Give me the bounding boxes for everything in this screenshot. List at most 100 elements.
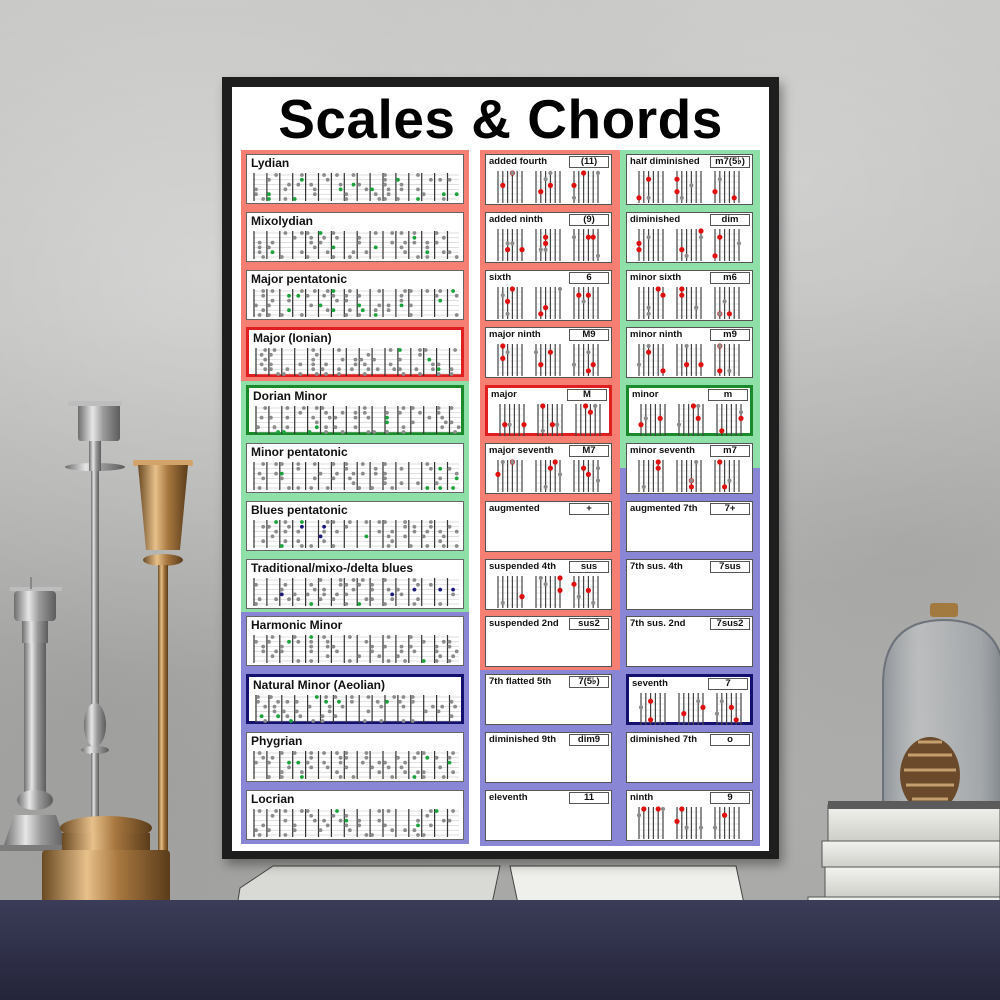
note-dot bbox=[337, 367, 341, 372]
note-dot bbox=[335, 770, 339, 775]
root-note-dot bbox=[547, 182, 553, 188]
note-dot bbox=[449, 367, 454, 372]
note-dot bbox=[311, 415, 316, 420]
note-dot bbox=[267, 312, 271, 317]
note-dot bbox=[576, 594, 581, 599]
note-dot bbox=[340, 411, 345, 415]
note-dot bbox=[396, 587, 400, 592]
note-dot bbox=[338, 577, 343, 582]
note-dot bbox=[331, 230, 336, 235]
note-dot bbox=[300, 312, 304, 317]
root-note-dot bbox=[731, 195, 737, 201]
note-dot bbox=[348, 288, 352, 293]
root-note-dot bbox=[373, 245, 378, 250]
root-note-dot bbox=[679, 806, 685, 812]
chord-shape-diagram bbox=[638, 459, 664, 492]
chord-name: augmented 7th bbox=[630, 502, 698, 514]
note-dot bbox=[451, 770, 455, 775]
note-dot bbox=[309, 582, 314, 587]
note-dot bbox=[351, 577, 356, 582]
chord-name: minor ninth bbox=[630, 329, 683, 341]
note-dot bbox=[403, 659, 407, 664]
note-dot bbox=[331, 813, 336, 818]
note-dot bbox=[386, 659, 391, 664]
note-dot bbox=[285, 367, 290, 372]
note-dot bbox=[318, 577, 323, 582]
note-dot bbox=[453, 430, 457, 435]
root-note-dot bbox=[267, 197, 271, 201]
root-note-dot bbox=[309, 601, 314, 606]
note-dot bbox=[340, 704, 345, 709]
chord-shape-diagram bbox=[573, 286, 599, 319]
root-note-dot bbox=[648, 698, 654, 704]
note-dot bbox=[335, 751, 339, 755]
note-dot bbox=[322, 173, 326, 177]
note-dot bbox=[322, 751, 326, 755]
note-dot bbox=[714, 711, 720, 716]
note-dot bbox=[510, 459, 515, 465]
root-note-dot bbox=[738, 415, 744, 422]
note-dot bbox=[300, 808, 304, 813]
chord-name: 7th flatted 5th bbox=[489, 676, 552, 688]
note-dot bbox=[646, 311, 651, 316]
note-dot bbox=[447, 659, 452, 664]
root-note-dot bbox=[300, 775, 304, 779]
root-note-dot bbox=[296, 760, 301, 765]
root-note-dot bbox=[648, 717, 654, 723]
note-dot bbox=[412, 755, 417, 760]
root-note-dot bbox=[314, 695, 319, 700]
note-dot bbox=[390, 230, 395, 235]
chord-name: 7th sus. 4th bbox=[630, 560, 683, 572]
note-dot bbox=[325, 654, 330, 659]
note-dot bbox=[267, 640, 271, 645]
note-dot bbox=[261, 462, 266, 466]
root-note-dot bbox=[385, 420, 389, 425]
note-dot bbox=[269, 415, 273, 420]
note-dot bbox=[337, 372, 341, 377]
note-dot bbox=[335, 592, 339, 596]
note-dot bbox=[434, 293, 439, 298]
note-dot bbox=[416, 770, 420, 775]
note-dot bbox=[429, 177, 433, 182]
scale-name: Phygrian bbox=[251, 734, 303, 748]
chord-shape-diagram bbox=[535, 574, 563, 608]
note-dot bbox=[272, 348, 277, 353]
note-dot bbox=[314, 353, 319, 358]
scale-card-minor-pentatonic: Minor pentatonic bbox=[246, 443, 464, 493]
note-dot bbox=[454, 471, 459, 476]
chord-shape-diagram bbox=[533, 344, 561, 377]
note-dot bbox=[318, 471, 323, 476]
note-dot bbox=[396, 654, 400, 659]
note-dot bbox=[510, 241, 515, 246]
note-dot bbox=[331, 645, 336, 649]
root-note-dot bbox=[309, 635, 314, 640]
note-dot bbox=[325, 288, 330, 293]
note-dot bbox=[325, 486, 330, 490]
note-dot bbox=[311, 362, 316, 367]
root-note-dot bbox=[344, 818, 349, 823]
note-dot bbox=[438, 601, 443, 606]
note-dot bbox=[738, 410, 744, 415]
root-note-dot bbox=[733, 717, 739, 723]
root-note-dot bbox=[425, 755, 430, 760]
note-dot bbox=[557, 472, 563, 477]
note-dot bbox=[348, 519, 352, 524]
note-dot bbox=[257, 832, 262, 837]
note-dot bbox=[314, 372, 319, 377]
chord-shape-diagram bbox=[497, 575, 525, 608]
chord-card-augmented: augmented + bbox=[485, 500, 612, 552]
note-dot bbox=[312, 288, 317, 293]
note-dot bbox=[533, 350, 539, 355]
chord-card-major-seventh: major seventh M7 bbox=[485, 443, 612, 494]
chord-card-diminished: diminished dim bbox=[626, 211, 753, 263]
note-dot bbox=[270, 654, 275, 659]
root-note-dot bbox=[307, 430, 312, 435]
note-dot bbox=[386, 808, 391, 813]
note-dot bbox=[447, 755, 452, 760]
note-dot bbox=[438, 288, 443, 293]
note-dot bbox=[434, 645, 439, 649]
scale-name: Traditional/mixo-/delta blues bbox=[251, 560, 414, 575]
chord-symbol: + bbox=[569, 502, 609, 515]
note-dot bbox=[429, 519, 433, 524]
root-note-dot bbox=[641, 806, 647, 812]
